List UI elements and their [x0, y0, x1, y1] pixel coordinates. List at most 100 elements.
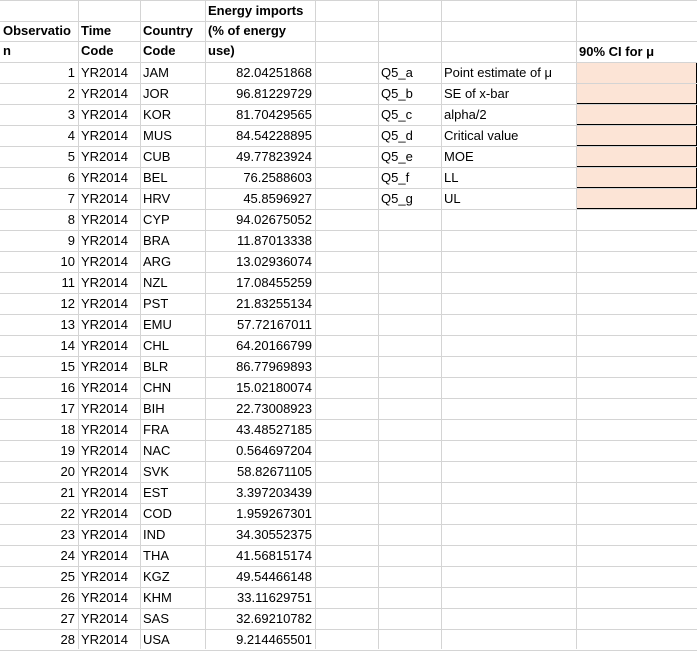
cell-time-code[interactable]: YR2014 [78, 83, 140, 104]
question-label[interactable]: SE of x-bar [441, 83, 576, 104]
cell-country-code[interactable]: CYP [140, 209, 205, 230]
cell-observation[interactable]: 28 [0, 629, 78, 650]
cell-energy-imports[interactable]: 0.564697204 [205, 440, 315, 461]
question-label[interactable]: MOE [441, 146, 576, 167]
cell-energy-imports[interactable]: 34.30552375 [205, 524, 315, 545]
cell-observation[interactable]: 11 [0, 272, 78, 293]
cell-energy-imports[interactable]: 9.214465501 [205, 629, 315, 650]
question-label[interactable]: Critical value [441, 125, 576, 146]
cell-energy-imports[interactable]: 15.02180074 [205, 377, 315, 398]
cell-time-code[interactable]: YR2014 [78, 419, 140, 440]
answer-input-cell[interactable] [576, 62, 697, 84]
cell-energy-imports[interactable]: 82.04251868 [205, 62, 315, 83]
cell-time-code[interactable]: YR2014 [78, 587, 140, 608]
cell-observation[interactable]: 27 [0, 608, 78, 629]
cell-time-code[interactable]: YR2014 [78, 293, 140, 314]
cell-time-code[interactable]: YR2014 [78, 335, 140, 356]
cell-time-code[interactable]: YR2014 [78, 104, 140, 125]
cell-energy-imports[interactable]: 94.02675052 [205, 209, 315, 230]
cell-observation[interactable]: 23 [0, 524, 78, 545]
answer-input-cell[interactable] [576, 104, 697, 125]
cell-observation[interactable]: 14 [0, 335, 78, 356]
cell-observation[interactable]: 18 [0, 419, 78, 440]
ci-title[interactable]: 90% CI for μ [576, 41, 697, 62]
cell-country-code[interactable]: BEL [140, 167, 205, 188]
cell-energy-imports[interactable]: 81.70429565 [205, 104, 315, 125]
cell-time-code[interactable]: YR2014 [78, 188, 140, 209]
cell-country-code[interactable]: ARG [140, 251, 205, 272]
cell-energy-imports[interactable]: 22.73008923 [205, 398, 315, 419]
cell-time-code[interactable]: YR2014 [78, 314, 140, 335]
cell-energy-imports[interactable]: 41.56815174 [205, 545, 315, 566]
cell-observation[interactable]: 6 [0, 167, 78, 188]
cell-energy-imports[interactable]: 57.72167011 [205, 314, 315, 335]
cell-observation[interactable]: 12 [0, 293, 78, 314]
cell-time-code[interactable]: YR2014 [78, 209, 140, 230]
cell-observation[interactable]: 16 [0, 377, 78, 398]
cell-energy-imports[interactable]: 33.11629751 [205, 587, 315, 608]
cell-energy-imports[interactable]: 86.77969893 [205, 356, 315, 377]
cell-country-code[interactable]: PST [140, 293, 205, 314]
question-code[interactable]: Q5_e [378, 146, 441, 167]
cell-country-code[interactable]: KOR [140, 104, 205, 125]
question-label[interactable]: Point estimate of μ [441, 62, 576, 83]
cell-country-code[interactable]: JAM [140, 62, 205, 83]
cell-observation[interactable]: 8 [0, 209, 78, 230]
cell-energy-imports[interactable]: 58.82671105 [205, 461, 315, 482]
cell-country-code[interactable]: BLR [140, 356, 205, 377]
cell-energy-imports[interactable]: 96.81229729 [205, 83, 315, 104]
cell-country-code[interactable]: MUS [140, 125, 205, 146]
cell-observation[interactable]: 20 [0, 461, 78, 482]
cell-observation[interactable]: 26 [0, 587, 78, 608]
cell-observation[interactable]: 15 [0, 356, 78, 377]
cell-energy-imports[interactable]: 43.48527185 [205, 419, 315, 440]
cell-energy-imports[interactable]: 45.8596927 [205, 188, 315, 209]
cell-time-code[interactable]: YR2014 [78, 62, 140, 83]
cell-country-code[interactable]: CUB [140, 146, 205, 167]
cell-country-code[interactable]: IND [140, 524, 205, 545]
cell-country-code[interactable]: JOR [140, 83, 205, 104]
cell-energy-imports[interactable]: 64.20166799 [205, 335, 315, 356]
cell-country-code[interactable]: KHM [140, 587, 205, 608]
cell-country-code[interactable]: COD [140, 503, 205, 524]
answer-input-cell[interactable] [576, 125, 697, 146]
cell-time-code[interactable]: YR2014 [78, 398, 140, 419]
question-code[interactable]: Q5_c [378, 104, 441, 125]
cell-observation[interactable]: 3 [0, 104, 78, 125]
cell-time-code[interactable]: YR2014 [78, 440, 140, 461]
cell-time-code[interactable]: YR2014 [78, 167, 140, 188]
cell-time-code[interactable]: YR2014 [78, 251, 140, 272]
cell-observation[interactable]: 1 [0, 62, 78, 83]
cell-country-code[interactable]: USA [140, 629, 205, 650]
cell-time-code[interactable]: YR2014 [78, 146, 140, 167]
cell-energy-imports[interactable]: 13.02936074 [205, 251, 315, 272]
cell-country-code[interactable]: NZL [140, 272, 205, 293]
cell-time-code[interactable]: YR2014 [78, 482, 140, 503]
cell-observation[interactable]: 5 [0, 146, 78, 167]
answer-input-cell[interactable] [576, 146, 697, 167]
cell-energy-imports[interactable]: 84.54228895 [205, 125, 315, 146]
cell-time-code[interactable]: YR2014 [78, 545, 140, 566]
cell-energy-imports[interactable]: 32.69210782 [205, 608, 315, 629]
cell-observation[interactable]: 19 [0, 440, 78, 461]
spreadsheet-grid[interactable]: Observatio n Time Code Country Code Ener… [0, 0, 697, 651]
cell-time-code[interactable]: YR2014 [78, 629, 140, 650]
question-label[interactable]: UL [441, 188, 576, 209]
cell-energy-imports[interactable]: 1.959267301 [205, 503, 315, 524]
cell-energy-imports[interactable]: 49.77823924 [205, 146, 315, 167]
cell-observation[interactable]: 24 [0, 545, 78, 566]
cell-time-code[interactable]: YR2014 [78, 356, 140, 377]
cell-time-code[interactable]: YR2014 [78, 230, 140, 251]
cell-country-code[interactable]: NAC [140, 440, 205, 461]
cell-observation[interactable]: 4 [0, 125, 78, 146]
cell-country-code[interactable]: SVK [140, 461, 205, 482]
answer-input-cell[interactable] [576, 83, 697, 104]
cell-country-code[interactable]: THA [140, 545, 205, 566]
question-code[interactable]: Q5_b [378, 83, 441, 104]
header-energy-imports[interactable]: Energy imports (% of energy use) [205, 1, 320, 62]
cell-time-code[interactable]: YR2014 [78, 125, 140, 146]
cell-time-code[interactable]: YR2014 [78, 461, 140, 482]
cell-energy-imports[interactable]: 49.54466148 [205, 566, 315, 587]
cell-energy-imports[interactable]: 76.2588603 [205, 167, 315, 188]
question-label[interactable]: alpha/2 [441, 104, 576, 125]
